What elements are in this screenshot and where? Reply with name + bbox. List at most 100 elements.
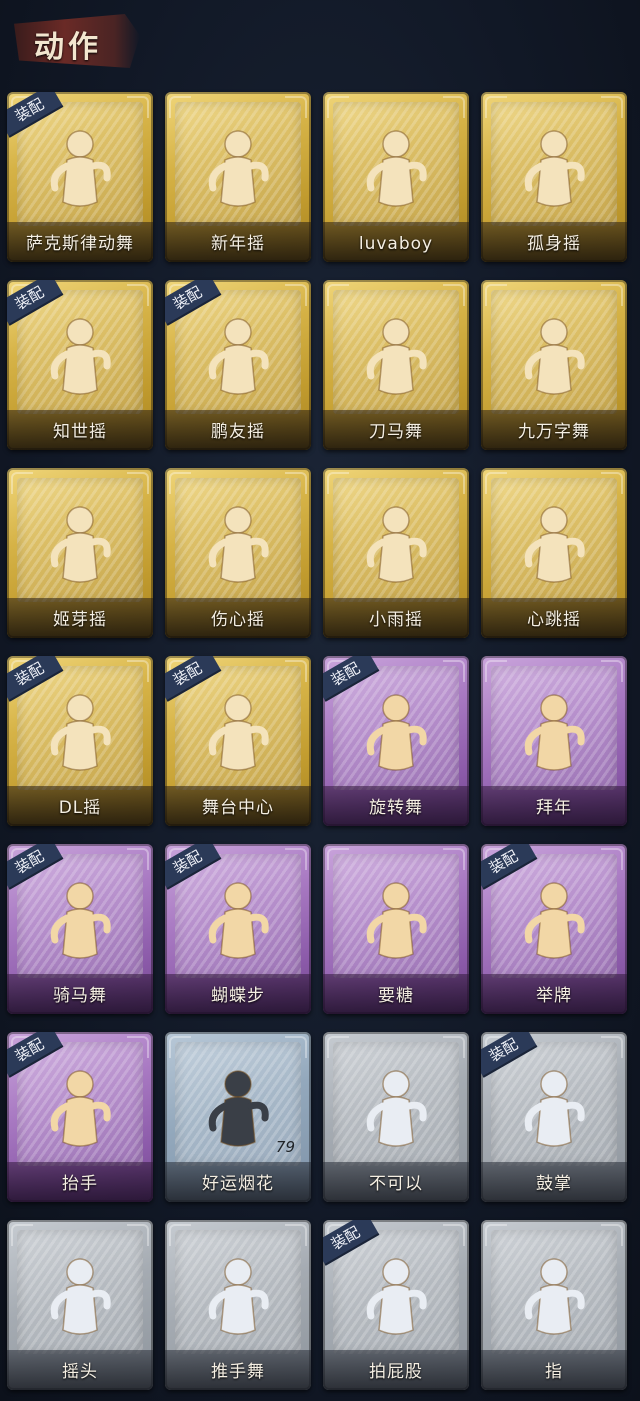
card-ornament: [485, 660, 507, 682]
emote-label: 知世摇: [53, 422, 107, 442]
card-ornament: [443, 284, 465, 306]
card-ornament: [443, 472, 465, 494]
emote-label: 孤身摇: [527, 234, 581, 254]
emote-card[interactable]: 姬芽摇: [7, 468, 153, 638]
emote-card[interactable]: 要糖: [323, 844, 469, 1014]
emote-label: 要糖: [378, 986, 414, 1006]
emote-card[interactable]: 孤身摇: [481, 92, 627, 262]
card-ornament: [127, 1224, 149, 1246]
card-ornament: [285, 848, 307, 870]
head-shake-icon: [50, 1258, 111, 1335]
emote-card[interactable]: 蝴蝶步 装配: [165, 844, 311, 1014]
card-ornament: [127, 1036, 149, 1058]
card-ornament: [601, 472, 623, 494]
emote-card[interactable]: 不可以: [323, 1032, 469, 1202]
stage-center-icon: [208, 694, 269, 771]
card-ornament: [485, 96, 507, 118]
emote-label: 刀马舞: [369, 422, 423, 442]
emote-label: 摇头: [62, 1362, 98, 1382]
emote-card[interactable]: DL摇 装配: [7, 656, 153, 826]
finger-wag-icon: [366, 1070, 427, 1147]
card-ornament: [285, 1224, 307, 1246]
emote-card[interactable]: 伤心摇: [165, 468, 311, 638]
emote-card[interactable]: 旋转舞 装配: [323, 656, 469, 826]
card-ornament: [485, 284, 507, 306]
emote-card[interactable]: 刀马舞: [323, 280, 469, 450]
emote-card[interactable]: 知世摇 装配: [7, 280, 153, 450]
new-year-dance-icon: [208, 130, 269, 207]
emote-label: 拍屁股: [369, 1362, 423, 1382]
emote-card[interactable]: 骑马舞 装配: [7, 844, 153, 1014]
emote-label: 不可以: [369, 1174, 423, 1194]
card-ornament: [601, 1224, 623, 1246]
emote-label: 举牌: [536, 986, 572, 1006]
emote-label: 骑马舞: [53, 986, 107, 1006]
card-ornament: [327, 96, 349, 118]
card-ornament: [285, 472, 307, 494]
emote-card[interactable]: 舞台中心 装配: [165, 656, 311, 826]
emote-card[interactable]: 鹏友摇 装配: [165, 280, 311, 450]
emote-label: 抬手: [62, 1174, 98, 1194]
emote-label: 拜年: [536, 798, 572, 818]
card-ornament: [601, 660, 623, 682]
hold-sign-icon: [524, 882, 585, 959]
card-ornament: [127, 472, 149, 494]
emote-label: 心跳摇: [527, 610, 581, 630]
emote-label: 指: [545, 1362, 563, 1382]
emote-card[interactable]: 抬手 装配: [7, 1032, 153, 1202]
raise-hand-icon: [50, 1070, 111, 1147]
emote-card[interactable]: luvaboy: [323, 92, 469, 262]
luvaboy-dance-icon: [366, 130, 427, 207]
card-ornament: [127, 284, 149, 306]
emote-label: 鹏友摇: [211, 422, 265, 442]
emote-card[interactable]: 九万字舞: [481, 280, 627, 450]
emote-label: 好运烟花: [202, 1174, 274, 1194]
emote-card[interactable]: 鼓掌 装配: [481, 1032, 627, 1202]
card-ornament: [443, 660, 465, 682]
emote-label: 姬芽摇: [53, 610, 107, 630]
emote-label: 九万字舞: [518, 422, 590, 442]
emote-card[interactable]: 拍屁股 装配: [323, 1220, 469, 1390]
firework-icon: [208, 1070, 269, 1147]
card-ornament: [443, 96, 465, 118]
emote-card[interactable]: 推手舞: [165, 1220, 311, 1390]
card-ornament: [443, 848, 465, 870]
card-ornament: [285, 96, 307, 118]
clap-icon: [524, 1070, 585, 1147]
card-ornament: [11, 1224, 33, 1246]
emote-card[interactable]: 萨克斯律动舞 装配: [7, 92, 153, 262]
heart-hands-icon: [208, 506, 269, 583]
emote-card[interactable]: 新年摇: [165, 92, 311, 262]
card-ornament: [601, 1036, 623, 1058]
card-ornament: [127, 660, 149, 682]
butterfly-step-icon: [208, 882, 269, 959]
solo-dance-icon: [524, 130, 585, 207]
emote-card[interactable]: 心跳摇: [481, 468, 627, 638]
emote-card[interactable]: 79 好运烟花: [165, 1032, 311, 1202]
card-ornament: [285, 284, 307, 306]
card-ornament: [127, 848, 149, 870]
card-ornament: [285, 660, 307, 682]
emote-card[interactable]: 摇头: [7, 1220, 153, 1390]
card-ornament: [169, 1036, 191, 1058]
emote-card[interactable]: 举牌 装配: [481, 844, 627, 1014]
emote-label: 伤心摇: [211, 610, 265, 630]
emote-card[interactable]: 指: [481, 1220, 627, 1390]
card-ornament: [169, 1224, 191, 1246]
card-ornament: [169, 96, 191, 118]
music-sway-icon: [50, 506, 111, 583]
emote-label: 新年摇: [211, 234, 265, 254]
card-ornament: [169, 472, 191, 494]
page-title: 动作: [34, 30, 102, 65]
emote-label: DL摇: [58, 798, 102, 818]
emote-label: 蝴蝶步: [211, 986, 265, 1006]
card-ornament: [127, 96, 149, 118]
point-finger-icon: [524, 1258, 585, 1335]
emote-card[interactable]: 小雨摇: [323, 468, 469, 638]
ask-candy-icon: [366, 882, 427, 959]
emote-card[interactable]: 拜年: [481, 656, 627, 826]
music-dance-icon: [50, 318, 111, 395]
card-ornament: [11, 472, 33, 494]
card-ornament: [485, 1224, 507, 1246]
arm-raise-dance-icon: [50, 694, 111, 771]
